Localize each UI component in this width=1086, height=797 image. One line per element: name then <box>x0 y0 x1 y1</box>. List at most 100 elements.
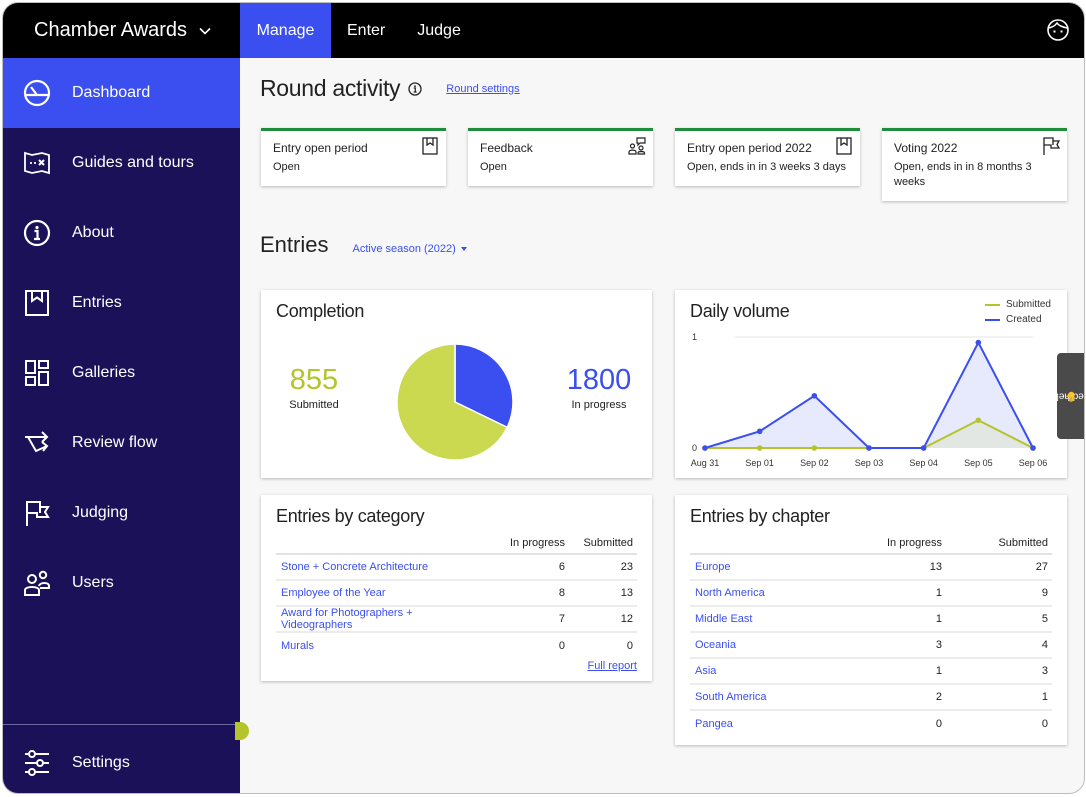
y-tick-label: 1 <box>692 332 697 342</box>
in-progress-stat: 1800 In progress <box>559 364 639 411</box>
sidebar-item-settings[interactable]: Settings <box>3 728 240 794</box>
row-submitted: 9 <box>946 580 1052 606</box>
row-in-progress: 0 <box>856 710 946 736</box>
round-card-title: Entry open period 2022 <box>687 141 848 155</box>
review-flow-icon <box>23 429 51 457</box>
row-name-link[interactable]: North America <box>690 580 856 606</box>
round-card[interactable]: Feedback Open <box>468 128 653 186</box>
row-in-progress: 13 <box>856 554 946 580</box>
panel-title: Completion <box>276 301 364 322</box>
row-name-link[interactable]: South America <box>690 684 856 710</box>
row-submitted: 1 <box>946 684 1052 710</box>
tab-enter[interactable]: Enter <box>331 3 401 58</box>
feedback-users-icon <box>628 137 646 155</box>
completion-pie-chart <box>395 342 515 462</box>
tab-label: Enter <box>347 22 385 40</box>
row-name-link[interactable]: Award for Photographers + Videographers <box>276 606 479 632</box>
round-card[interactable]: Entry open period Open <box>261 128 446 186</box>
app-window: Chamber Awards Manage Enter Judge Dashbo… <box>2 2 1085 794</box>
sidebar-item-about[interactable]: About <box>3 198 240 268</box>
caret-down-icon <box>461 247 467 251</box>
x-tick-label: Sep 06 <box>1019 458 1048 468</box>
chevron-down-icon <box>199 25 211 37</box>
entries-by-category-panel: Entries by category In progress Submitte… <box>261 495 652 681</box>
table-row: North America19 <box>690 580 1052 606</box>
row-name-link[interactable]: Pangea <box>690 710 856 736</box>
y-tick-label: 0 <box>692 443 697 453</box>
header-submitted: Submitted <box>946 532 1052 554</box>
tab-label: Manage <box>257 22 315 40</box>
header-submitted: Submitted <box>569 532 637 554</box>
info-icon <box>23 219 51 247</box>
sidebar-item-label: Entries <box>72 294 122 312</box>
round-card[interactable]: Entry open period 2022 Open, ends in in … <box>675 128 860 186</box>
sidebar-item-label: Users <box>72 574 114 592</box>
tab-manage[interactable]: Manage <box>240 3 331 58</box>
row-name-link[interactable]: Europe <box>690 554 856 580</box>
need-help-tab[interactable]: Need help? ✋ <box>1057 353 1084 439</box>
sidebar-item-entries[interactable]: Entries <box>3 268 240 338</box>
sidebar-item-dashboard[interactable]: Dashboard <box>3 58 240 128</box>
sidebar-item-judging[interactable]: Judging <box>3 478 240 548</box>
top-nav: Manage Enter Judge <box>240 3 477 58</box>
tab-judge[interactable]: Judge <box>401 3 477 58</box>
sidebar-item-label: Settings <box>72 754 130 772</box>
dashboard-gauge-icon <box>23 79 51 107</box>
point-submitted <box>812 445 818 451</box>
row-name-link[interactable]: Oceania <box>690 632 856 658</box>
page-title: Round activity <box>260 75 400 102</box>
point-created <box>921 445 927 451</box>
sidebar-item-label: Galleries <box>72 364 135 382</box>
app-switcher[interactable]: Chamber Awards <box>3 3 240 58</box>
row-name-link[interactable]: Murals <box>276 632 479 658</box>
round-card[interactable]: Voting 2022 Open, ends in in 8 months 3 … <box>882 128 1067 201</box>
row-submitted: 4 <box>946 632 1052 658</box>
row-in-progress: 1 <box>856 580 946 606</box>
x-tick-label: Sep 05 <box>964 458 993 468</box>
row-in-progress: 6 <box>479 554 569 580</box>
main-content: Round activity Round settings Entry open… <box>240 58 1084 793</box>
round-settings-link[interactable]: Round settings <box>446 83 519 95</box>
season-dropdown[interactable]: Active season (2022) <box>352 243 466 255</box>
map-icon <box>23 149 51 177</box>
row-name-link[interactable]: Asia <box>690 658 856 684</box>
round-card-status: Open <box>273 160 434 175</box>
point-submitted <box>757 445 763 451</box>
header-in-progress: In progress <box>856 532 946 554</box>
profile-avatar-icon[interactable] <box>1046 18 1070 42</box>
full-report-link[interactable]: Full report <box>587 660 637 672</box>
users-icon <box>23 569 51 597</box>
sidebar-item-users[interactable]: Users <box>3 548 240 618</box>
gallery-grid-icon <box>23 359 51 387</box>
row-submitted: 0 <box>946 710 1052 736</box>
daily-volume-panel: Daily volume Submitted Created 01Aug 31S… <box>675 290 1067 478</box>
sidebar-item-galleries[interactable]: Galleries <box>3 338 240 408</box>
table-header-row: In progress Submitted <box>690 532 1052 554</box>
round-card-status: Open, ends in in 3 weeks 3 days <box>687 160 848 175</box>
point-created <box>812 393 818 399</box>
x-tick-label: Sep 03 <box>855 458 884 468</box>
row-submitted: 27 <box>946 554 1052 580</box>
tab-label: Judge <box>417 22 461 40</box>
round-card-status: Open <box>480 160 641 175</box>
table-row: Oceania34 <box>690 632 1052 658</box>
info-icon[interactable] <box>408 82 422 96</box>
round-card-title: Feedback <box>480 141 641 155</box>
row-name-link[interactable]: Employee of the Year <box>276 580 479 606</box>
row-submitted: 12 <box>569 606 637 632</box>
completion-panel: Completion 855 Submitted 1800 In progres… <box>261 290 652 478</box>
submitted-label: Submitted <box>279 399 349 411</box>
row-name-link[interactable]: Stone + Concrete Architecture <box>276 554 479 580</box>
x-tick-label: Sep 04 <box>909 458 938 468</box>
table-row: Employee of the Year813 <box>276 580 637 606</box>
sidebar-item-guides[interactable]: Guides and tours <box>3 128 240 198</box>
point-created <box>702 445 708 451</box>
row-in-progress: 1 <box>856 658 946 684</box>
season-label: Active season (2022) <box>352 243 455 255</box>
in-progress-label: In progress <box>559 399 639 411</box>
bookmark-icon <box>421 137 439 155</box>
header-name <box>276 532 479 554</box>
submitted-count: 855 <box>279 364 349 397</box>
sidebar-item-review-flow[interactable]: Review flow <box>3 408 240 478</box>
row-name-link[interactable]: Middle East <box>690 606 856 632</box>
